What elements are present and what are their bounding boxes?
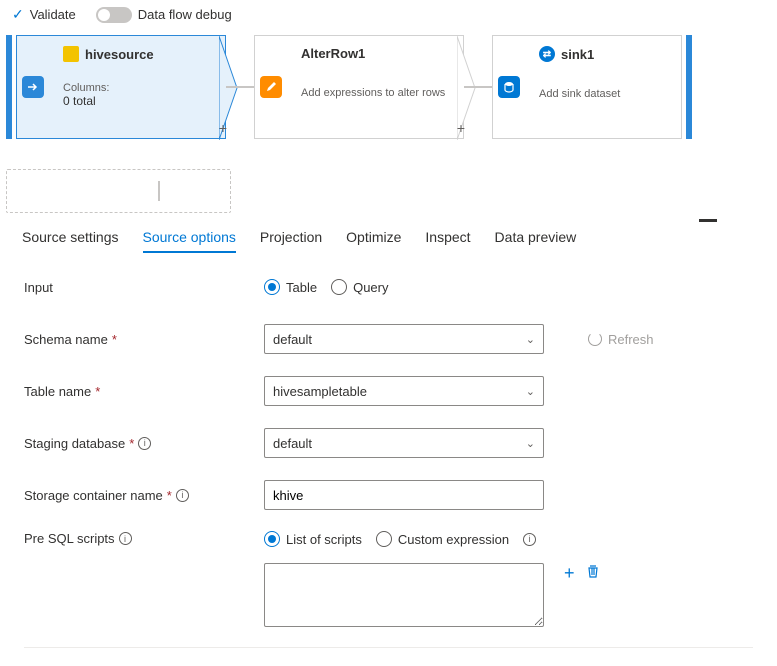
node-alterrow1[interactable]: AlterRow1 Add expressions to alter rows … bbox=[254, 35, 464, 139]
presql-list-radio[interactable]: List of scripts bbox=[264, 531, 362, 547]
chevron-down-icon: ⌄ bbox=[526, 437, 535, 450]
validate-label: Validate bbox=[30, 7, 76, 22]
presql-custom-radio[interactable]: Custom expression bbox=[376, 531, 509, 547]
schema-select[interactable]: default ⌄ bbox=[264, 324, 544, 354]
chevron-down-icon: ⌄ bbox=[526, 333, 535, 346]
staging-select[interactable]: default ⌄ bbox=[264, 428, 544, 458]
drop-zone[interactable] bbox=[6, 169, 231, 213]
drag-handle-icon bbox=[158, 181, 160, 201]
container-label: Storage container name bbox=[24, 488, 163, 503]
staging-label: Staging database bbox=[24, 436, 125, 451]
delete-script-button[interactable] bbox=[585, 563, 601, 584]
table-select[interactable]: hivesampletable ⌄ bbox=[264, 376, 544, 406]
add-after-alter[interactable]: + bbox=[457, 120, 465, 136]
tab-inspect[interactable]: Inspect bbox=[425, 223, 470, 253]
tab-optimize[interactable]: Optimize bbox=[346, 223, 401, 253]
info-icon[interactable]: i bbox=[119, 532, 132, 545]
debug-label: Data flow debug bbox=[138, 7, 232, 22]
refresh-icon bbox=[588, 332, 602, 346]
check-icon: ✓ bbox=[12, 6, 24, 23]
schema-label: Schema name bbox=[24, 332, 108, 347]
info-icon[interactable]: i bbox=[523, 533, 536, 546]
info-icon[interactable]: i bbox=[138, 437, 151, 450]
sink-icon: ⇄ bbox=[539, 46, 555, 62]
tab-source-settings[interactable]: Source settings bbox=[22, 223, 119, 253]
separator bbox=[24, 647, 753, 648]
sink-icon-badge bbox=[493, 36, 525, 138]
table-label: Table name bbox=[24, 384, 91, 399]
add-script-button[interactable]: + bbox=[564, 563, 575, 584]
chevron-down-icon: ⌄ bbox=[526, 385, 535, 398]
tab-projection[interactable]: Projection bbox=[260, 223, 322, 253]
node-sink1[interactable]: ⇄ sink1 Add sink dataset bbox=[492, 35, 682, 139]
container-input[interactable] bbox=[264, 480, 544, 510]
toggle-icon bbox=[96, 7, 132, 23]
columns-count: 0 total bbox=[63, 94, 213, 108]
add-after-source[interactable]: + bbox=[219, 120, 227, 136]
node-alter-hint: Add expressions to alter rows bbox=[301, 87, 451, 99]
validate-button[interactable]: ✓ Validate bbox=[12, 6, 76, 23]
tabs: Source settings Source options Projectio… bbox=[0, 219, 777, 253]
node-hivesource[interactable]: hivesource Columns: 0 total + bbox=[16, 35, 226, 139]
node-alter-title: AlterRow1 bbox=[301, 46, 365, 61]
preview-indicator bbox=[699, 219, 717, 222]
columns-label: Columns: bbox=[63, 82, 213, 94]
dataflow-canvas[interactable]: hivesource Columns: 0 total + AlterRow1 … bbox=[0, 29, 777, 219]
hive-icon bbox=[63, 46, 79, 62]
presql-label: Pre SQL scripts bbox=[24, 531, 115, 546]
info-icon[interactable]: i bbox=[176, 489, 189, 502]
debug-toggle[interactable]: Data flow debug bbox=[96, 7, 232, 23]
presql-textarea[interactable] bbox=[264, 563, 544, 627]
refresh-button[interactable]: Refresh bbox=[588, 332, 654, 347]
node-sink-title: sink1 bbox=[561, 47, 594, 62]
tab-source-options[interactable]: Source options bbox=[143, 223, 236, 253]
alter-icon bbox=[255, 36, 287, 138]
canvas-end-bar bbox=[686, 35, 692, 139]
input-query-radio[interactable]: Query bbox=[331, 279, 388, 295]
node-sink-hint: Add sink dataset bbox=[539, 88, 669, 100]
tab-data-preview[interactable]: Data preview bbox=[495, 223, 577, 253]
canvas-start-bar bbox=[6, 35, 12, 139]
node-source-title: hivesource bbox=[85, 47, 154, 62]
input-label: Input bbox=[24, 280, 264, 295]
input-table-radio[interactable]: Table bbox=[264, 279, 317, 295]
source-icon bbox=[17, 36, 49, 138]
